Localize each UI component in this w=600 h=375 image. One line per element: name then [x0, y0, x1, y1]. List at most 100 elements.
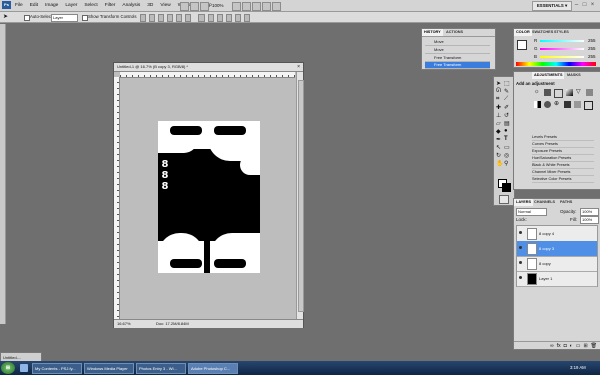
lasso-tool-icon[interactable]: ᘏ [496, 88, 504, 96]
history-brush-icon[interactable]: ↺ [504, 112, 512, 120]
maximize-icon[interactable]: □ [581, 1, 588, 9]
eye-icon[interactable] [519, 231, 522, 234]
hand-tool-button[interactable] [232, 2, 241, 11]
tab-actions[interactable]: ACTIONS [444, 29, 465, 36]
3d-orbit-icon[interactable]: ◎ [504, 152, 512, 160]
add-mask-icon[interactable]: ◘ [564, 342, 567, 349]
eye-icon[interactable] [519, 246, 522, 249]
align-top-icon[interactable] [140, 14, 147, 22]
delete-layer-icon[interactable]: 🗑 [591, 342, 597, 349]
ruler-vertical[interactable] [114, 77, 120, 320]
layer-row[interactable]: Layer 1 [517, 271, 597, 287]
layer-name[interactable]: Layer 1 [539, 271, 552, 286]
auto-select-dropdown[interactable]: Layer [51, 14, 78, 22]
invert-icon[interactable] [564, 101, 571, 108]
tab-history[interactable]: HISTORY [422, 29, 443, 36]
adjustment-layer-icon[interactable]: ◐ [570, 342, 573, 349]
tab-channels[interactable]: CHANNELS [532, 199, 557, 206]
taskbar-item[interactable]: Windows Media Player [84, 363, 134, 374]
new-group-icon[interactable]: ▭ [576, 342, 581, 349]
preset-item[interactable]: Hue/Saturation Presets [532, 155, 594, 162]
clone-stamp-icon[interactable]: ⊥ [496, 112, 504, 120]
levels-icon[interactable] [544, 89, 551, 96]
history-item[interactable]: Move [425, 46, 490, 54]
blue-slider[interactable] [540, 56, 584, 58]
tab-adjustments[interactable]: ADJUSTMENTS [532, 72, 565, 79]
layer-row[interactable]: 8 copy 3 [517, 241, 597, 257]
preset-item[interactable]: Levels Presets [532, 134, 594, 141]
foreground-swatch[interactable] [517, 40, 527, 50]
zoom-level[interactable]: 100% [212, 2, 224, 9]
vertical-scrollbar[interactable] [296, 72, 304, 320]
preset-item[interactable]: Curves Presets [532, 141, 594, 148]
taskbar-item[interactable]: Adobe Photoshop C... [188, 363, 238, 374]
mini-bridge-button[interactable] [190, 2, 199, 11]
close-icon[interactable]: × [297, 63, 300, 71]
menu-edit[interactable]: Edit [30, 0, 38, 11]
history-item-selected[interactable]: Free Transform [425, 62, 490, 69]
minimize-icon[interactable]: – [573, 1, 580, 9]
taskbar-item[interactable]: Photos Entry 3 - Wi... [136, 363, 186, 374]
layer-name[interactable]: 8 copy [539, 256, 551, 271]
layer-name[interactable]: 8 copy 4 [539, 226, 554, 241]
quick-select-icon[interactable]: ✎ [504, 88, 512, 96]
gradient-icon[interactable]: ▤ [504, 120, 512, 128]
eye-icon[interactable] [519, 261, 522, 264]
doc-size[interactable]: Doc: 17.2M/8.84M [156, 320, 189, 328]
brush-tool-icon[interactable]: ✐ [504, 104, 512, 112]
document-canvas[interactable]: 8 8 8 [158, 121, 260, 273]
threshold-icon[interactable] [584, 101, 593, 110]
eraser-icon[interactable]: ▱ [496, 120, 504, 128]
color-ramp[interactable] [516, 62, 596, 66]
align-left-icon[interactable] [167, 14, 174, 22]
healing-brush-icon[interactable]: ✚ [496, 104, 504, 112]
move-tool-icon[interactable]: ➤ [3, 14, 13, 20]
tab-masks[interactable]: MASKS [565, 72, 583, 79]
arrange-documents-button[interactable] [262, 2, 271, 11]
hue-saturation-icon[interactable] [586, 89, 593, 96]
bridge-button[interactable] [180, 2, 189, 11]
menu-select[interactable]: Select [84, 0, 97, 11]
zoom-percent[interactable]: 16.67% [117, 321, 131, 326]
layer-row[interactable]: 8 copy 4 [517, 226, 597, 242]
preset-item[interactable]: Selective Color Presets [532, 176, 594, 183]
channel-value-b[interactable]: 255 [588, 54, 596, 59]
history-item[interactable]: Free Transform [425, 54, 490, 62]
preset-item[interactable]: Exposure Presets [532, 148, 594, 155]
move-tool-icon[interactable]: ➤ [496, 80, 504, 88]
menu-layer[interactable]: Layer [65, 0, 77, 11]
type-tool-icon[interactable]: T [504, 136, 512, 144]
layer-row[interactable]: 8 copy [517, 256, 597, 272]
opacity-input[interactable]: 100% [580, 208, 599, 216]
layer-name[interactable]: 8 copy 3 [539, 241, 554, 256]
background-color-chip[interactable] [502, 183, 511, 192]
tab-layers[interactable]: LAYERS [514, 199, 534, 206]
distribute-right-icon[interactable] [243, 14, 250, 22]
close-icon[interactable]: × [589, 1, 596, 9]
align-bottom-icon[interactable] [158, 14, 165, 22]
menu-filter[interactable]: Filter [105, 0, 116, 11]
preset-item[interactable]: Black & White Presets [532, 162, 594, 169]
history-item[interactable]: Move [425, 38, 490, 46]
rotate-view-button[interactable] [252, 2, 261, 11]
layer-style-icon[interactable]: fx [557, 342, 561, 349]
shape-tool-icon[interactable]: ▭ [504, 144, 512, 152]
blur-tool-icon[interactable]: ◆ [496, 128, 504, 136]
quicklaunch-icon[interactable] [20, 364, 28, 372]
taskbar-item[interactable]: My Contents - PSJ.fy... [32, 363, 82, 374]
distribute-left-icon[interactable] [225, 14, 232, 22]
blend-mode-dropdown[interactable]: Normal [516, 208, 547, 216]
preset-item[interactable]: Channel Mixer Presets [532, 169, 594, 176]
ruler-horizontal[interactable] [120, 72, 295, 78]
channel-value-g[interactable]: 255 [588, 46, 596, 51]
menu-file[interactable]: File [15, 0, 23, 11]
hand-tool-icon[interactable]: ✋ [496, 160, 504, 168]
exposure-icon[interactable] [566, 89, 573, 96]
tools-panel-collapsed[interactable] [0, 24, 6, 324]
screen-mode-button[interactable] [272, 2, 281, 11]
align-hcenter-icon[interactable] [176, 14, 183, 22]
marquee-tool-icon[interactable]: ⬚ [504, 80, 512, 88]
brightness-icon[interactable]: ☼ [534, 89, 541, 96]
black-white-icon[interactable] [534, 101, 541, 108]
zoom-tool-button[interactable] [242, 2, 251, 11]
